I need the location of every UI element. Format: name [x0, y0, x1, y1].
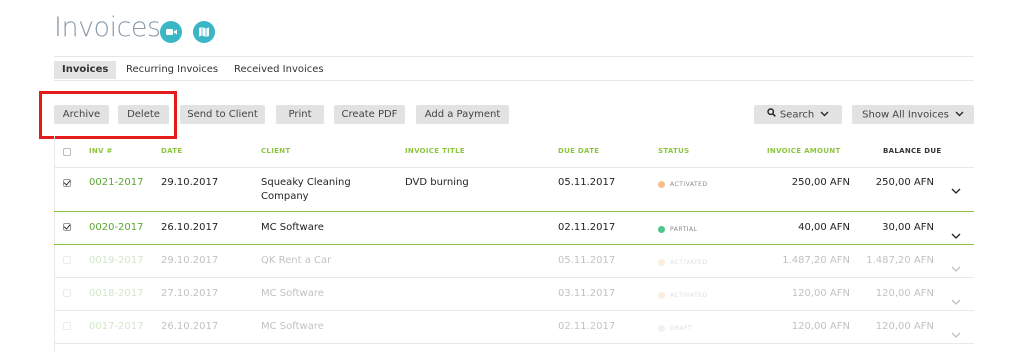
tab-recurring-invoices[interactable]: Recurring Invoices — [118, 61, 226, 79]
client-name: Squeaky Cleaning — [261, 177, 351, 188]
tabs-divider — [54, 80, 974, 81]
video-icon[interactable] — [160, 21, 182, 43]
chevron-down-icon[interactable] — [951, 257, 961, 276]
invoice-amount: 1.487,20 AFN — [782, 255, 850, 266]
client-name: MC Software — [261, 288, 324, 299]
invoice-number[interactable]: 0020-2017 — [89, 222, 144, 233]
chevron-down-icon[interactable] — [951, 224, 961, 243]
balance-due: 30,00 AFN — [882, 222, 934, 233]
search-icon — [767, 105, 776, 124]
due-date: 03.11.2017 — [558, 288, 616, 299]
balance-due: 250,00 AFN — [875, 177, 934, 188]
row-checkbox[interactable] — [63, 322, 71, 330]
client-name: MC Software — [261, 222, 324, 233]
status-badge: ACTIVATED — [670, 292, 708, 299]
status-dot — [658, 292, 665, 299]
filter-label: Show All Invoices — [862, 109, 949, 121]
header-divider — [54, 56, 974, 57]
search-dropdown[interactable]: Search — [754, 105, 842, 124]
chevron-down-icon[interactable] — [951, 290, 961, 309]
column-header-invoice-title[interactable]: INVOICE TITLE — [405, 147, 465, 155]
table-row[interactable]: 0021-2017 29.10.2017 Squeaky Cleaning Co… — [0, 168, 1024, 212]
status-badge: ACTIVATED — [670, 259, 708, 266]
invoice-date: 29.10.2017 — [161, 177, 219, 188]
status-dot — [658, 325, 665, 332]
due-date: 02.11.2017 — [558, 222, 616, 233]
map-icon[interactable] — [193, 21, 215, 43]
chevron-down-icon — [955, 105, 964, 124]
chevron-down-icon[interactable] — [951, 323, 961, 342]
column-header-invoice-amount[interactable]: INVOICE AMOUNT — [767, 147, 841, 155]
invoice-amount: 120,00 AFN — [791, 321, 850, 332]
balance-due: 120,00 AFN — [875, 288, 934, 299]
row-checkbox[interactable] — [63, 179, 71, 187]
page-title: Invoices — [54, 12, 161, 43]
column-header-date[interactable]: DATE — [161, 147, 182, 155]
invoice-amount: 40,00 AFN — [798, 222, 850, 233]
due-date: 02.11.2017 — [558, 321, 616, 332]
table-row[interactable]: 0020-2017 26.10.2017 MC Software 02.11.2… — [0, 212, 1024, 244]
invoice-date: 29.10.2017 — [161, 255, 219, 266]
status-badge: PARTIAL — [670, 226, 698, 233]
search-label: Search — [779, 109, 815, 121]
row-divider — [54, 343, 974, 344]
invoice-number[interactable]: 0018-2017 — [89, 288, 144, 299]
chevron-down-icon — [820, 105, 829, 124]
status-dot — [658, 259, 665, 266]
print-button[interactable]: Print — [276, 105, 324, 124]
column-header-balance-due[interactable]: BALANCE DUE — [883, 147, 941, 155]
row-checkbox[interactable] — [63, 256, 71, 264]
column-header-inv[interactable]: INV # — [89, 147, 113, 155]
invoice-amount: 120,00 AFN — [791, 288, 850, 299]
tab-received-invoices[interactable]: Received Invoices — [226, 61, 332, 79]
due-date: 05.11.2017 — [558, 177, 616, 188]
tab-invoices[interactable]: Invoices — [54, 61, 117, 79]
send-to-client-button[interactable]: Send to Client — [180, 105, 265, 124]
client-name-line2: Company — [261, 191, 309, 202]
status-dot — [658, 181, 665, 188]
client-name: MC Software — [261, 321, 324, 332]
column-header-status[interactable]: STATUS — [658, 147, 689, 155]
invoice-number[interactable]: 0017-2017 — [89, 321, 144, 332]
invoice-title: DVD burning — [405, 177, 469, 188]
balance-due: 1.487,20 AFN — [866, 255, 934, 266]
due-date: 05.11.2017 — [558, 255, 616, 266]
client-name: QK Rent a Car — [261, 255, 332, 266]
add-payment-button[interactable]: Add a Payment — [416, 105, 509, 124]
row-checkbox[interactable] — [63, 223, 71, 231]
invoice-number[interactable]: 0021-2017 — [89, 177, 144, 188]
table-row[interactable]: 0018-2017 27.10.2017 MC Software 03.11.2… — [0, 278, 1024, 310]
show-all-invoices-dropdown[interactable]: Show All Invoices — [852, 105, 974, 124]
column-header-client[interactable]: CLIENT — [261, 147, 290, 155]
invoice-date: 27.10.2017 — [161, 288, 219, 299]
table-row[interactable]: 0017-2017 26.10.2017 MC Software 02.11.2… — [0, 311, 1024, 343]
invoice-number[interactable]: 0019-2017 — [89, 255, 144, 266]
table-row[interactable]: 0019-2017 29.10.2017 QK Rent a Car 05.11… — [0, 245, 1024, 277]
select-all-checkbox[interactable] — [63, 148, 71, 156]
status-badge: DRAFT — [670, 325, 693, 332]
create-pdf-button[interactable]: Create PDF — [334, 105, 405, 124]
balance-due: 120,00 AFN — [875, 321, 934, 332]
invoice-amount: 250,00 AFN — [791, 177, 850, 188]
invoice-date: 26.10.2017 — [161, 321, 219, 332]
highlight-box — [39, 91, 177, 139]
status-badge: ACTIVATED — [670, 181, 708, 188]
invoice-date: 26.10.2017 — [161, 222, 219, 233]
row-checkbox[interactable] — [63, 289, 71, 297]
status-dot — [658, 226, 665, 233]
column-header-due-date[interactable]: DUE DATE — [558, 147, 599, 155]
chevron-down-icon[interactable] — [951, 179, 961, 198]
